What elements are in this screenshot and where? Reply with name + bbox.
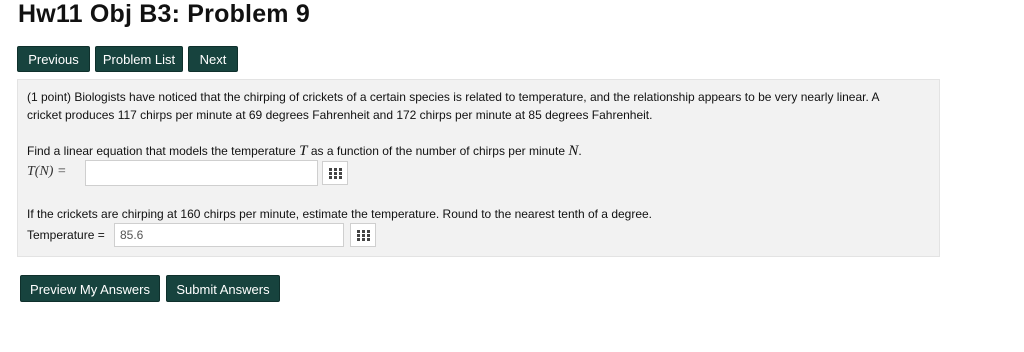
variable-t: T — [299, 143, 308, 159]
variable-n: N — [568, 143, 579, 159]
equation-palette-icon — [357, 230, 370, 241]
problem-text-line2: cricket produces 117 chirps per minute a… — [27, 108, 653, 122]
equation-palette-icon — [329, 168, 342, 179]
question1-part1: Find a linear equation that models the t… — [27, 144, 300, 158]
question1-text: Find a linear equation that models the t… — [27, 143, 582, 160]
question1-part2: as a function of the number of chirps pe… — [307, 144, 569, 158]
problem-panel: (1 point) Biologists have noticed that t… — [17, 79, 940, 257]
problem-text-line1: (1 point) Biologists have noticed that t… — [27, 90, 880, 104]
equation-palette-button-1[interactable] — [322, 161, 348, 185]
problem-list-button[interactable]: Problem List — [95, 46, 183, 72]
preview-answers-button[interactable]: Preview My Answers — [20, 275, 160, 302]
submit-answers-button[interactable]: Submit Answers — [166, 275, 280, 302]
page-title: Hw11 Obj B3: Problem 9 — [18, 0, 310, 28]
question1-end: . — [578, 144, 582, 158]
tn-label: T(N) = — [27, 164, 67, 179]
tn-answer-input[interactable] — [85, 160, 318, 186]
previous-button[interactable]: Previous — [17, 46, 90, 72]
temperature-answer-input[interactable]: 85.6 — [114, 223, 344, 247]
next-button[interactable]: Next — [188, 46, 238, 72]
temperature-label: Temperature = — [27, 228, 105, 242]
equation-palette-button-2[interactable] — [350, 223, 376, 247]
question2-text: If the crickets are chirping at 160 chir… — [27, 207, 653, 221]
